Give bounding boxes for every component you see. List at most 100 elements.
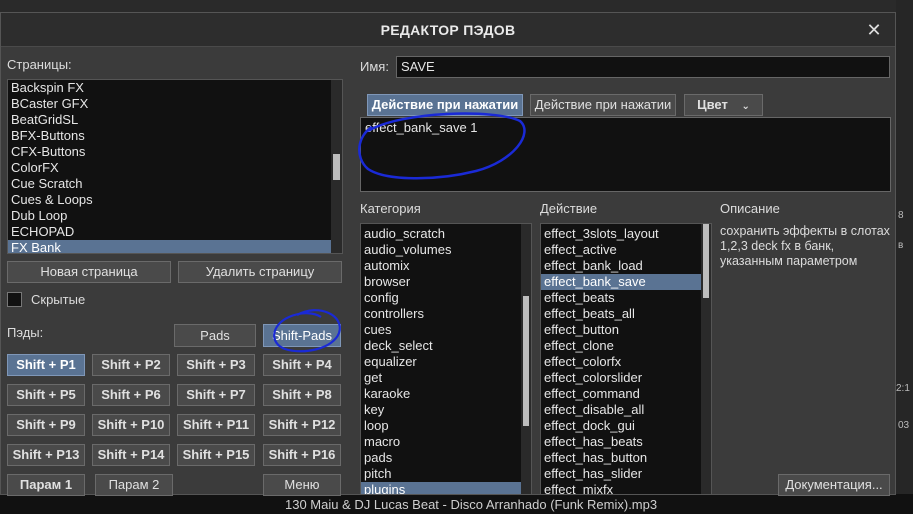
tab-color[interactable]: Цвет ⌄: [684, 94, 763, 116]
action-scrollbar-thumb[interactable]: [703, 224, 709, 298]
pad-button[interactable]: Shift + P8: [263, 384, 341, 406]
pad-button[interactable]: Shift + P16: [263, 444, 341, 466]
bg-side-label: в: [898, 240, 904, 251]
list-item[interactable]: effect_has_button: [541, 450, 711, 466]
list-item[interactable]: BCaster GFX: [8, 96, 342, 112]
description-label: Описание: [720, 201, 780, 216]
list-item[interactable]: audio_volumes: [361, 242, 531, 258]
pad-button[interactable]: Shift + P2: [92, 354, 170, 376]
list-item[interactable]: effect_colorslider: [541, 370, 711, 386]
list-item[interactable]: effect_command: [541, 386, 711, 402]
action-list[interactable]: effect_3slots_layout effect_active effect_…: [540, 223, 712, 495]
pages-list[interactable]: Backspin FX BCaster GFX BeatGridSL BFX-Butt…: [7, 79, 343, 254]
list-item[interactable]: cues: [361, 322, 531, 338]
pad-button[interactable]: Shift + P9: [7, 414, 85, 436]
list-item[interactable]: effect_dock_gui: [541, 418, 711, 434]
pages-label: Страницы:: [7, 57, 72, 72]
list-item[interactable]: BeatGridSL: [8, 112, 342, 128]
list-item[interactable]: FX Bank: [8, 240, 342, 253]
chevron-down-icon: ⌄: [741, 101, 750, 112]
list-item[interactable]: effect_colorfx: [541, 354, 711, 370]
color-tab-label: Цвет: [697, 97, 728, 112]
pad-button[interactable]: Shift + P11: [177, 414, 255, 436]
list-item[interactable]: effect_button: [541, 322, 711, 338]
list-item[interactable]: effect_active: [541, 242, 711, 258]
list-item[interactable]: effect_bank_save: [541, 274, 711, 290]
param2-button[interactable]: Парам 2: [95, 474, 173, 496]
list-item[interactable]: macro: [361, 434, 531, 450]
pad-button[interactable]: Shift + P14: [92, 444, 170, 466]
pad-button[interactable]: Shift + P7: [177, 384, 255, 406]
list-item[interactable]: key: [361, 402, 531, 418]
list-item[interactable]: effect_has_beats: [541, 434, 711, 450]
list-item[interactable]: Cues & Loops: [8, 192, 342, 208]
pad-button[interactable]: Shift + P6: [92, 384, 170, 406]
new-page-button[interactable]: Новая страница: [7, 261, 171, 283]
pages-scrollbar-thumb[interactable]: [333, 154, 340, 180]
delete-page-button[interactable]: Удалить страницу: [178, 261, 342, 283]
close-icon[interactable]: ✕: [861, 17, 887, 43]
action-scrollbar[interactable]: [701, 224, 711, 494]
action-label: Действие: [540, 201, 598, 216]
pages-scrollbar[interactable]: [331, 80, 342, 253]
now-playing-track: 130 Maiu & DJ Lucas Beat - Disco Arranha…: [285, 497, 658, 512]
list-item[interactable]: effect_mixfx: [541, 482, 711, 494]
list-item[interactable]: get: [361, 370, 531, 386]
category-list[interactable]: audio_scratch audio_volumes automix browser…: [360, 223, 532, 495]
list-item[interactable]: Cue Scratch: [8, 176, 342, 192]
list-item[interactable]: CFX-Buttons: [8, 144, 342, 160]
pad-button[interactable]: Shift + P12: [263, 414, 341, 436]
bg-side-label: 8: [898, 210, 904, 221]
list-item[interactable]: effect_beats: [541, 290, 711, 306]
list-item[interactable]: audio_scratch: [361, 226, 531, 242]
list-item[interactable]: ECHOPAD: [8, 224, 342, 240]
annotation-circle-icon: [358, 112, 526, 180]
list-item[interactable]: pads: [361, 450, 531, 466]
list-item[interactable]: plugins: [361, 482, 531, 494]
list-item[interactable]: Dub Loop: [8, 208, 342, 224]
background-app-right-panel: 8 в 2:1 03: [896, 0, 913, 514]
pad-button[interactable]: Shift + P1: [7, 354, 85, 376]
list-item[interactable]: effect_has_slider: [541, 466, 711, 482]
menu-button[interactable]: Меню: [263, 474, 341, 496]
action-items: effect_3slots_layout effect_active effect_…: [541, 224, 711, 494]
pad-editor-dialog: РЕДАКТОР ПЭДОВ ✕ Страницы: Backspin FX BC…: [0, 12, 896, 496]
list-item[interactable]: ColorFX: [8, 160, 342, 176]
category-scrollbar-thumb[interactable]: [523, 296, 529, 426]
pads-tab[interactable]: Pads: [174, 324, 256, 347]
list-item[interactable]: config: [361, 290, 531, 306]
pad-button[interactable]: Shift + P3: [177, 354, 255, 376]
pad-button[interactable]: Shift + P15: [177, 444, 255, 466]
list-item[interactable]: effect_3slots_layout: [541, 226, 711, 242]
list-item[interactable]: loop: [361, 418, 531, 434]
list-item[interactable]: Backspin FX: [8, 80, 342, 96]
list-item[interactable]: effect_disable_all: [541, 402, 711, 418]
pads-label: Пэды:: [7, 325, 44, 340]
list-item[interactable]: karaoke: [361, 386, 531, 402]
list-item[interactable]: equalizer: [361, 354, 531, 370]
list-item[interactable]: effect_beats_all: [541, 306, 711, 322]
list-item[interactable]: browser: [361, 274, 531, 290]
annotation-circle-icon: [273, 309, 341, 353]
dialog-title: РЕДАКТОР ПЭДОВ: [380, 22, 516, 38]
tab-action-press-2[interactable]: Действие при нажатии: [530, 94, 676, 116]
name-input[interactable]: SAVE: [396, 56, 890, 78]
list-item[interactable]: controllers: [361, 306, 531, 322]
list-item[interactable]: effect_bank_load: [541, 258, 711, 274]
documentation-button[interactable]: Документация...: [778, 474, 890, 496]
category-scrollbar[interactable]: [521, 224, 531, 494]
pad-button[interactable]: Shift + P13: [7, 444, 85, 466]
pad-button[interactable]: Shift + P4: [263, 354, 341, 376]
pad-button[interactable]: Shift + P10: [92, 414, 170, 436]
name-label: Имя:: [360, 59, 389, 74]
list-item[interactable]: deck_select: [361, 338, 531, 354]
pad-button[interactable]: Shift + P5: [7, 384, 85, 406]
hidden-checkbox[interactable]: [7, 292, 22, 307]
param1-button[interactable]: Парам 1: [7, 474, 85, 496]
list-item[interactable]: pitch: [361, 466, 531, 482]
list-item[interactable]: BFX-Buttons: [8, 128, 342, 144]
list-item[interactable]: automix: [361, 258, 531, 274]
background-app-top: [0, 0, 913, 12]
list-item[interactable]: effect_clone: [541, 338, 711, 354]
hidden-label: Скрытые: [31, 292, 86, 307]
